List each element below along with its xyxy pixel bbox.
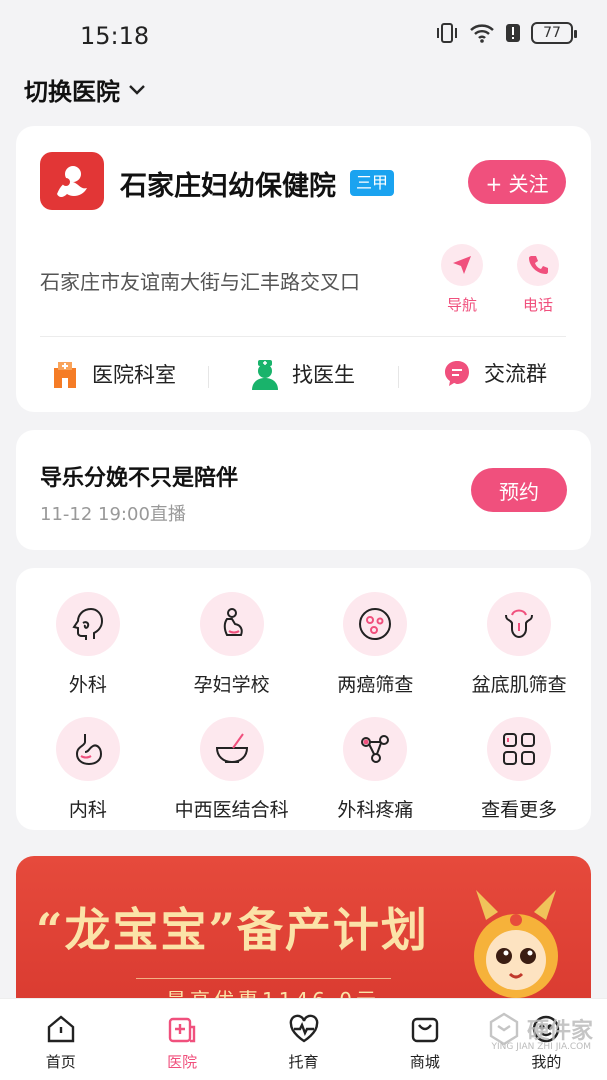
shopping-bag-icon — [411, 1017, 439, 1043]
tab-label: 商城 — [409, 1053, 440, 1071]
status-time: 15:18 — [80, 22, 150, 50]
mortar-icon — [199, 717, 264, 781]
service-label: 查看更多 — [481, 799, 558, 821]
hospital-card: 石家庄妇幼保健院 三甲 + 关注 石家庄市友谊南大街与汇丰路交叉口 导航 电话 … — [16, 126, 591, 412]
promo-banner[interactable]: “龙宝宝”备产计划 最高优惠1146.0元 — [16, 856, 591, 1016]
grid-icon — [487, 717, 552, 781]
service-pain-surgery[interactable]: 外科疼痛 — [304, 717, 448, 822]
quick-find-doctor[interactable]: 找医生 — [250, 358, 355, 390]
hospital-logo — [40, 152, 104, 210]
service-pelvic-screening[interactable]: 盆底肌筛查 — [447, 592, 591, 697]
service-cancer-screening[interactable]: 两癌筛查 — [304, 592, 448, 697]
service-internal-medicine[interactable]: 内科 — [16, 717, 160, 822]
watermark-logo-icon — [489, 1012, 519, 1046]
quick-departments[interactable]: 医院科室 — [50, 358, 176, 390]
cell-icon — [343, 592, 408, 656]
quick-chat-group-label: 交流群 — [484, 362, 547, 386]
quick-find-doctor-label: 找医生 — [292, 363, 355, 387]
tab-home[interactable]: 首页 — [0, 999, 121, 1080]
tab-label: 我的 — [531, 1053, 562, 1071]
doctor-icon — [252, 360, 278, 390]
watermark: 硬件家 — [487, 1012, 593, 1046]
live-title: 导乐分娩不只是陪伴 — [40, 466, 239, 491]
live-card[interactable]: 导乐分娩不只是陪伴 11-12 19:00直播 预约 — [16, 430, 591, 550]
battery-indicator: 77 — [531, 22, 577, 44]
alert-icon — [506, 24, 520, 42]
uterus-icon — [487, 592, 552, 656]
phone-icon — [517, 244, 559, 286]
separator — [398, 366, 399, 388]
service-label: 外科 — [68, 674, 107, 696]
banner-title: “龙宝宝”备产计划 — [36, 903, 429, 957]
status-icons: 77 — [435, 22, 577, 44]
hospital-address: 石家庄市友谊南大街与汇丰路交叉口 — [40, 270, 360, 294]
service-integrated-medicine[interactable]: 中西医结合科 — [160, 717, 304, 822]
pregnant-woman-icon — [199, 592, 264, 656]
stomach-icon — [55, 717, 120, 781]
banner-divider — [136, 978, 391, 979]
service-label: 两癌筛查 — [337, 674, 414, 696]
navigate-label: 导航 — [446, 296, 477, 314]
tab-label: 医院 — [167, 1053, 198, 1071]
chevron-down-icon — [129, 84, 145, 95]
divider — [40, 336, 566, 337]
service-label: 孕妇学校 — [193, 674, 270, 696]
hospital-building-icon — [54, 362, 76, 388]
molecule-icon — [343, 717, 408, 781]
level-badge: 三甲 — [350, 170, 395, 196]
watermark-subtext: YING JIAN ZHI JIA.COM — [491, 1042, 591, 1052]
wifi-icon — [470, 24, 494, 43]
service-surgery[interactable]: 外科 — [16, 592, 160, 697]
home-icon — [47, 1015, 74, 1043]
switch-hospital-label: 切换医院 — [24, 78, 120, 106]
switch-hospital[interactable]: 切换医院 — [24, 72, 146, 107]
tab-hospital[interactable]: 医院 — [121, 999, 242, 1080]
quick-chat-group[interactable]: 交流群 — [442, 358, 547, 388]
service-label: 盆底肌筛查 — [471, 674, 567, 696]
chat-bubble-icon — [445, 361, 469, 386]
live-time: 11-12 19:00直播 — [40, 504, 186, 525]
service-label: 外科疼痛 — [337, 799, 414, 821]
tab-label: 首页 — [45, 1053, 76, 1071]
service-label: 中西医结合科 — [174, 799, 289, 821]
service-prenatal-school[interactable]: 孕妇学校 — [160, 592, 304, 697]
phone-label: 电话 — [522, 296, 553, 314]
tab-label: 托育 — [288, 1053, 319, 1071]
heart-pulse-icon — [289, 1014, 318, 1043]
services-card: 外科 孕妇学校 两癌筛查 盆底肌筛查 内科 中西医结合科 外科疼痛 查看更多 — [16, 568, 591, 830]
service-more[interactable]: 查看更多 — [447, 717, 591, 822]
quick-departments-label: 医院科室 — [92, 363, 176, 387]
face-profile-icon — [55, 592, 120, 656]
tab-childcare[interactable]: 托育 — [243, 999, 364, 1080]
dragon-mascot-icon — [474, 890, 558, 998]
hospital-icon — [168, 1017, 196, 1043]
navigate-icon — [441, 244, 483, 286]
watermark-text: 硬件家 — [526, 1019, 593, 1044]
follow-button[interactable]: + 关注 — [468, 160, 566, 204]
vibrate-icon — [437, 23, 457, 43]
navigate-button[interactable]: 导航 — [432, 244, 492, 315]
service-label: 内科 — [68, 799, 107, 821]
hospital-name: 石家庄妇幼保健院 — [120, 171, 336, 202]
phone-button[interactable]: 电话 — [508, 244, 568, 315]
tab-mall[interactable]: 商城 — [364, 999, 485, 1080]
services-grid: 外科 孕妇学校 两癌筛查 盆底肌筛查 内科 中西医结合科 外科疼痛 查看更多 — [16, 592, 591, 822]
separator — [208, 366, 209, 388]
status-bar: 15:18 77 — [0, 0, 607, 66]
battery-level: 77 — [543, 25, 561, 41]
book-button[interactable]: 预约 — [471, 468, 567, 512]
